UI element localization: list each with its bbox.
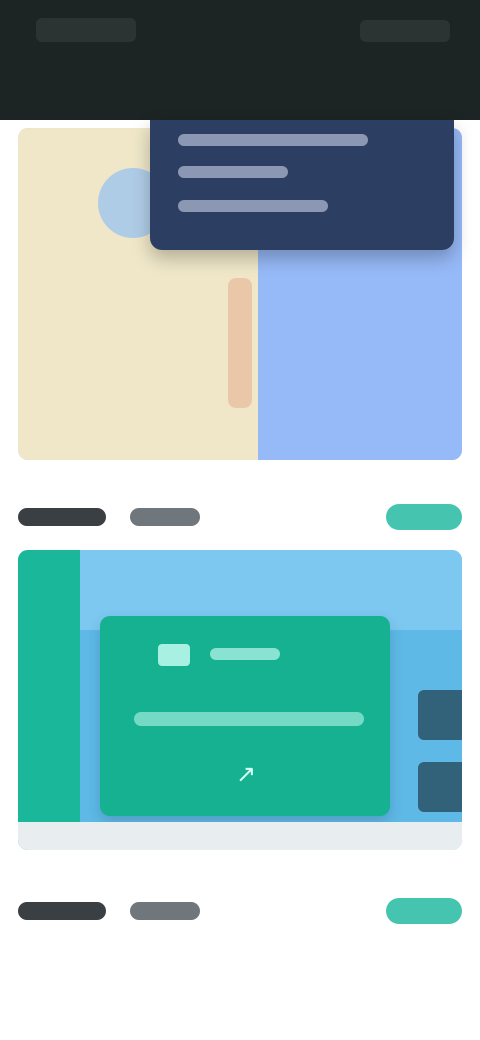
card-action-button[interactable]	[386, 504, 462, 530]
popup-line	[178, 166, 288, 178]
sign-board: ↗	[100, 616, 390, 816]
road-strip	[18, 822, 462, 850]
feed-card-sign[interactable]: ↗	[18, 550, 462, 850]
meta-chip	[130, 902, 200, 920]
content-area: ↗	[0, 120, 480, 1040]
sign-text-line	[134, 712, 364, 726]
route-badge	[158, 644, 190, 666]
card-title	[18, 868, 398, 888]
side-sign	[418, 690, 462, 740]
meta-chip	[18, 902, 106, 920]
card-title	[18, 472, 398, 492]
arrow-icon: ↗	[235, 761, 257, 788]
sign-post	[18, 550, 80, 850]
side-sign	[418, 762, 462, 812]
top-app-bar	[0, 0, 480, 120]
card-meta	[18, 504, 462, 532]
status-bar-right	[360, 20, 450, 42]
sign-text-line	[210, 648, 280, 660]
map-road	[228, 278, 252, 408]
status-bar-left	[36, 18, 136, 42]
meta-chip	[130, 508, 200, 526]
meta-chip	[18, 508, 106, 526]
card-action-button[interactable]	[386, 898, 462, 924]
info-popup	[150, 120, 454, 250]
popup-line	[178, 134, 368, 146]
page-title	[180, 84, 330, 104]
popup-line	[178, 200, 328, 212]
card-meta	[18, 898, 462, 926]
